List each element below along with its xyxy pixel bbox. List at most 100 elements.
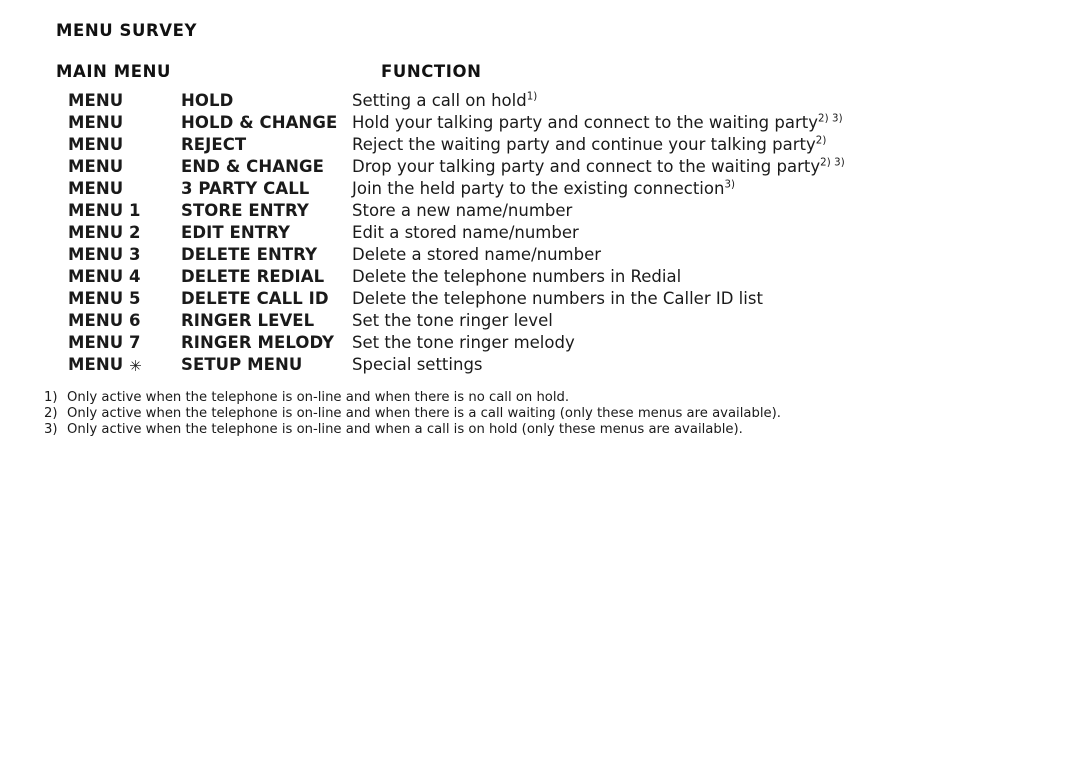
table-row: MENU REJECT Reject the waiting party and c…: [0, 135, 1080, 157]
table-row: MENU 1 STORE ENTRY Store a new name/number: [0, 201, 1080, 223]
menu-item-cell: EDIT ENTRY: [181, 223, 291, 242]
function-description-text: Delete a stored name/number: [352, 245, 602, 264]
function-description-text: Reject the waiting party and continue yo…: [352, 135, 816, 154]
menu-key-cell: MENU 3: [68, 245, 141, 264]
function-description-cell: Reject the waiting party and continue yo…: [352, 135, 1080, 157]
document-page: MENU SURVEY MAIN MENU FUNCTION MENU HOLD S…: [0, 0, 1080, 760]
menu-item-cell: DELETE REDIAL: [181, 267, 325, 286]
row-spacer: [0, 267, 56, 289]
row-spacer: [0, 311, 56, 333]
menu-key-cell: MENU 6: [68, 311, 141, 330]
table-row: MENU 7 RINGER MELODY Set the tone ringer m…: [0, 333, 1080, 355]
table-header-row: MAIN MENU FUNCTION: [0, 62, 1080, 91]
footnote-reference: 2) 3): [820, 157, 845, 169]
row-spacer: [0, 289, 56, 311]
menu-key-label: MENU: [68, 355, 130, 374]
row-spacer: [0, 245, 56, 267]
row-spacer: [0, 355, 56, 377]
row-spacer: [0, 201, 56, 223]
menu-item-cell: REJECT: [181, 135, 247, 154]
footnote-reference: 2) 3): [817, 113, 843, 125]
function-description-cell: Special settings: [352, 355, 1080, 377]
table-row: MENU HOLD & CHANGE Hold your talking party…: [0, 113, 1080, 135]
menu-item-cell: HOLD & CHANGE: [181, 113, 338, 132]
footnote-item: 2) Only active when the telephone is on-l…: [44, 406, 944, 422]
menu-key-cell: MENU: [68, 113, 124, 132]
footnote-reference: 2): [815, 135, 827, 147]
table-body: MENU HOLD Setting a call on hold1) MENU HOLD…: [0, 91, 1080, 377]
function-description-cell: Delete the telephone numbers in the Call…: [352, 289, 1080, 311]
menu-key-cell: MENU ✳: [56, 355, 181, 377]
function-description-cell: Drop your talking party and connect to t…: [352, 157, 1080, 179]
menu-item-cell: RINGER MELODY: [181, 333, 335, 352]
table-row: MENU ✳ SETUP MENU Special settings: [0, 355, 1080, 377]
column-header-main-menu: MAIN MENU: [56, 62, 171, 81]
function-description-text: Set the tone ringer level: [352, 311, 553, 330]
menu-item-cell: SETUP MENU: [181, 355, 303, 374]
row-spacer: [0, 157, 56, 179]
row-spacer: [0, 135, 56, 157]
row-spacer: [0, 91, 56, 113]
column-header-function: FUNCTION: [381, 62, 482, 81]
menu-key-cell: MENU 7: [68, 333, 141, 352]
menu-key-cell: MENU 4: [68, 267, 141, 286]
footnotes-block: 1) Only active when the telephone is on-l…: [44, 390, 944, 438]
table-header: MAIN MENU FUNCTION: [0, 62, 1080, 91]
function-description-cell: Setting a call on hold1): [352, 91, 1080, 113]
function-description-text: Set the tone ringer melody: [352, 333, 575, 352]
function-description-cell: Edit a stored name/number: [352, 223, 1080, 245]
menu-key-cell: MENU: [68, 179, 124, 198]
footnote-marker: 2): [44, 406, 58, 421]
function-description-text: Hold your talking party and connect to t…: [352, 113, 818, 132]
table-row: MENU 3 PARTY CALL Join the held party to t…: [0, 179, 1080, 201]
footnote-text: Only active when the telephone is on-lin…: [67, 406, 781, 421]
menu-item-cell: DELETE ENTRY: [181, 245, 318, 264]
row-spacer: [0, 113, 56, 135]
footnote-reference: 1): [526, 91, 538, 103]
function-description-text: Store a new name/number: [352, 201, 573, 220]
row-spacer: [0, 179, 56, 201]
menu-item-cell: END & CHANGE: [181, 157, 324, 176]
menu-item-cell: DELETE CALL ID: [181, 289, 329, 308]
function-description-cell: Delete a stored name/number: [352, 245, 1080, 267]
function-description-cell: Set the tone ringer level: [352, 311, 1080, 333]
function-description-text: Edit a stored name/number: [352, 223, 579, 242]
footnote-marker: 3): [44, 422, 58, 437]
menu-key-cell: MENU: [68, 91, 124, 110]
function-description-cell: Delete the telephone numbers in Redial: [352, 267, 1080, 289]
table-row: MENU 5 DELETE CALL ID Delete the telephone…: [0, 289, 1080, 311]
asterisk-star-icon: ✳: [129, 357, 142, 375]
footnote-text: Only active when the telephone is on-lin…: [67, 422, 743, 437]
menu-item-cell: RINGER LEVEL: [181, 311, 315, 330]
menu-survey-table: MAIN MENU FUNCTION MENU HOLD Setting a cal…: [0, 62, 1080, 377]
footnote-item: 3) Only active when the telephone is on-l…: [44, 422, 944, 438]
menu-key-cell: MENU 5: [68, 289, 141, 308]
function-description-text: Special settings: [352, 355, 483, 374]
menu-key-cell: MENU: [68, 157, 124, 176]
menu-key-cell: MENU 1: [68, 201, 141, 220]
function-description-cell: Store a new name/number: [352, 201, 1080, 223]
page-title: MENU SURVEY: [56, 21, 197, 40]
table-row: MENU 6 RINGER LEVEL Set the tone ringer le…: [0, 311, 1080, 333]
menu-item-cell: STORE ENTRY: [181, 201, 309, 220]
footnote-text: Only active when the telephone is on-lin…: [67, 390, 570, 405]
function-description-text: Delete the telephone numbers in the Call…: [352, 289, 763, 308]
footnote-reference: 3): [724, 179, 736, 191]
menu-item-cell: 3 PARTY CALL: [181, 179, 310, 198]
row-spacer: [0, 333, 56, 355]
function-description-text: Setting a call on hold: [352, 91, 527, 110]
function-description-cell: Hold your talking party and connect to t…: [352, 113, 1080, 135]
menu-key-cell: MENU 2: [68, 223, 141, 242]
footnote-item: 1) Only active when the telephone is on-l…: [44, 390, 944, 406]
function-description-text: Delete the telephone numbers in Redial: [352, 267, 682, 286]
function-description-cell: Join the held party to the existing conn…: [352, 179, 1080, 201]
table-row: MENU END & CHANGE Drop your talking party …: [0, 157, 1080, 179]
table-row: MENU 2 EDIT ENTRY Edit a stored name/numbe…: [0, 223, 1080, 245]
menu-item-cell: HOLD: [181, 91, 234, 110]
table-row: MENU 3 DELETE ENTRY Delete a stored name/n…: [0, 245, 1080, 267]
function-description-cell: Set the tone ringer melody: [352, 333, 1080, 355]
footnote-marker: 1): [44, 390, 58, 405]
table-row: MENU 4 DELETE REDIAL Delete the telephone …: [0, 267, 1080, 289]
table-row: MENU HOLD Setting a call on hold1): [0, 91, 1080, 113]
row-spacer: [0, 223, 56, 245]
